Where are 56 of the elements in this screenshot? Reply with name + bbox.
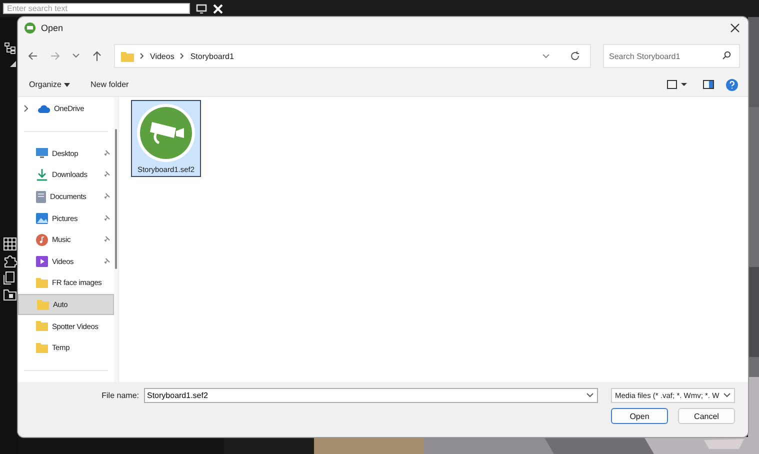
folder-icon[interactable] xyxy=(3,288,17,302)
folder-icon xyxy=(121,50,134,62)
cloud-icon xyxy=(38,104,50,113)
monitor-icon xyxy=(36,148,48,158)
document-icon xyxy=(36,190,46,203)
window-title: Open xyxy=(41,23,64,33)
chevron-right-icon xyxy=(140,53,144,59)
copy-icon[interactable] xyxy=(3,271,17,285)
preview-pane-icon[interactable] xyxy=(703,80,714,90)
pin-icon[interactable] xyxy=(103,236,110,244)
cancel-button[interactable]: Cancel xyxy=(678,408,735,424)
chevron-down-icon[interactable] xyxy=(72,53,80,59)
picture-icon xyxy=(36,212,48,224)
pin-icon[interactable] xyxy=(103,150,110,157)
file-name-field[interactable]: Storyboard1.sef2 xyxy=(144,388,598,403)
pin-icon[interactable] xyxy=(103,193,110,200)
breadcrumb-item[interactable]: Videos xyxy=(150,52,174,60)
refresh-icon[interactable] xyxy=(570,51,580,61)
camera-icon xyxy=(136,103,196,163)
tree-icon[interactable] xyxy=(4,42,16,54)
folder-icon xyxy=(36,342,48,353)
view-icon[interactable] xyxy=(667,80,687,90)
close-icon[interactable] xyxy=(730,23,740,33)
chevron-down-icon[interactable] xyxy=(586,393,594,398)
search-field[interactable]: Search Storyboard1 xyxy=(603,44,740,68)
chevron-right-icon xyxy=(180,53,184,59)
breadcrumb-item[interactable]: Storyboard1 xyxy=(190,52,234,60)
search-icon xyxy=(722,51,731,60)
pin-icon[interactable] xyxy=(103,171,110,178)
folder-icon xyxy=(36,321,48,332)
organize-button[interactable]: Organize xyxy=(25,78,74,91)
puzzle-icon[interactable] xyxy=(3,254,17,268)
music-icon xyxy=(36,234,48,246)
pin-icon[interactable] xyxy=(103,214,110,222)
monitor-icon[interactable] xyxy=(196,4,207,14)
file-name-label: File name: xyxy=(102,391,139,400)
new-folder-button[interactable]: New folder xyxy=(86,78,133,91)
folder-icon xyxy=(37,300,49,310)
folder-icon xyxy=(36,278,48,288)
up-arrow-icon[interactable] xyxy=(92,50,102,62)
video-icon xyxy=(36,256,48,267)
chevron-down-icon[interactable] xyxy=(542,54,550,58)
search-field[interactable]: Enter search text xyxy=(3,3,190,14)
download-icon xyxy=(36,168,48,181)
address-bar[interactable]: Videos Storyboard1 xyxy=(114,44,591,68)
grid-icon[interactable] xyxy=(3,237,17,251)
scrollbar-thumb[interactable] xyxy=(115,129,117,269)
chevron-down-icon xyxy=(723,393,731,398)
help-icon[interactable] xyxy=(726,78,738,90)
app-icon xyxy=(24,22,36,34)
pin-icon[interactable] xyxy=(103,258,110,265)
chevron-right-icon[interactable] xyxy=(24,105,28,112)
back-arrow-icon[interactable] xyxy=(28,51,38,61)
caret-icon xyxy=(64,82,70,86)
triangle-icon[interactable] xyxy=(10,61,16,67)
open-button[interactable]: Open xyxy=(611,408,668,424)
